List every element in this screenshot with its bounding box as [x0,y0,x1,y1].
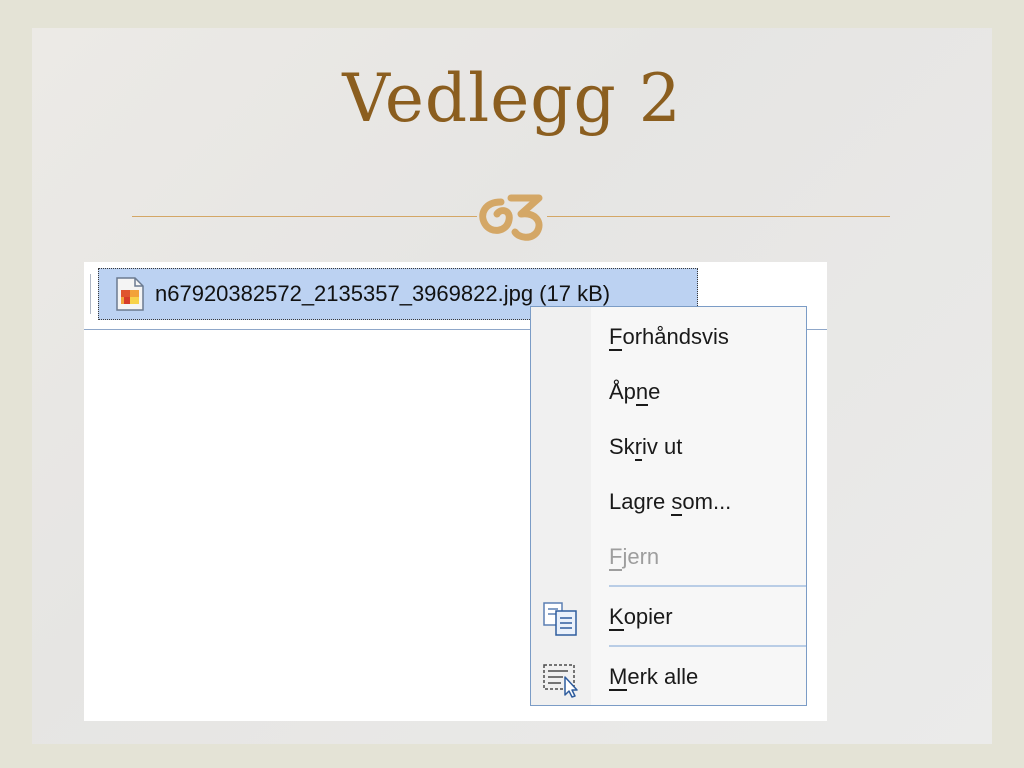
menu-item-select-all[interactable]: Merk alle [531,650,806,704]
title-divider-right [547,216,890,217]
menu-item-save-as[interactable]: Lagre som... [531,475,806,529]
menu-item-label: Fjern [609,544,660,571]
menu-item-label: Åpne [609,379,661,406]
menu-item-label: Forhåndsvis [609,324,729,351]
attachment-filename: n67920382572_2135357_3969822.jpg (17 kB) [155,281,611,306]
menu-item-label: Lagre som... [609,489,732,516]
context-menu: Forhåndsvis Åpne Skriv ut Lagre som... F… [530,306,807,706]
title-divider-left [132,216,477,217]
menu-item-copy[interactable]: Kopier [531,590,806,644]
menu-item-label: Merk alle [609,664,699,691]
slide-title: Vedlegg 2 [342,60,682,137]
menu-item-preview[interactable]: Forhåndsvis [531,310,806,364]
menu-separator [609,585,806,587]
menu-item-open[interactable]: Åpne [531,365,806,419]
menu-item-remove: Fjern [531,530,806,584]
copy-icon [543,602,577,636]
flourish-ornament-icon [479,194,543,241]
image-file-icon [116,277,144,311]
menu-item-label: Kopier [609,604,673,631]
attachment-bar-separator [90,274,91,314]
select-all-icon [543,664,578,698]
menu-item-print[interactable]: Skriv ut [531,420,806,474]
menu-separator [609,645,806,647]
menu-item-label: Skriv ut [609,434,683,461]
